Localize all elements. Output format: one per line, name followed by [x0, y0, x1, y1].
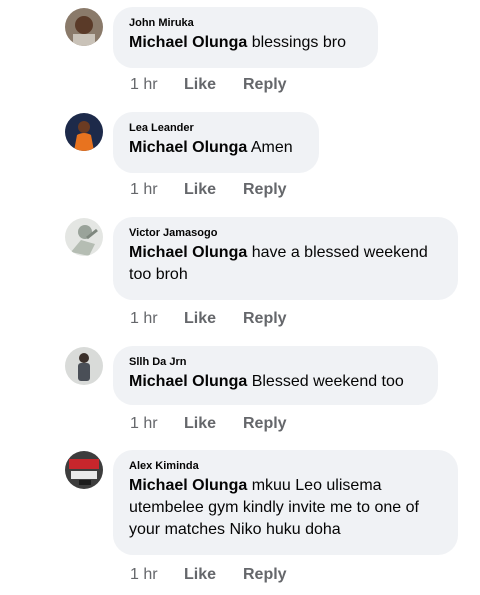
comment-bubble: John Miruka Michael Olunga blessings bro — [113, 7, 378, 68]
comment-bubble: Alex Kiminda Michael Olunga mkuu Leo uli… — [113, 450, 458, 555]
avatar[interactable] — [65, 113, 103, 151]
comment-timestamp[interactable]: 1 hr — [130, 566, 184, 584]
comment-actions: 1 hr Like Reply — [130, 179, 287, 201]
comment-timestamp[interactable]: 1 hr — [130, 310, 184, 328]
comment-bubble: Lea Leander Michael Olunga Amen — [113, 112, 319, 173]
comment-author[interactable]: John Miruka — [129, 16, 362, 30]
comment-bubble: Sllh Da Jrn Michael Olunga Blessed weeke… — [113, 346, 438, 405]
avatar[interactable] — [65, 8, 103, 46]
comment-actions: 1 hr Like Reply — [130, 74, 287, 96]
avatar[interactable] — [65, 218, 103, 256]
like-button[interactable]: Like — [184, 76, 243, 94]
comment-body: blessings bro — [247, 34, 346, 51]
comment-text: Michael Olunga blessings bro — [129, 32, 362, 54]
like-button[interactable]: Like — [184, 181, 243, 199]
mention-link[interactable]: Michael Olunga — [129, 139, 247, 156]
mention-link[interactable]: Michael Olunga — [129, 34, 247, 51]
comment-bubble: Victor Jamasogo Michael Olunga have a bl… — [113, 217, 458, 300]
comment-timestamp[interactable]: 1 hr — [130, 415, 184, 433]
reply-button[interactable]: Reply — [243, 76, 287, 94]
comment-author[interactable]: Victor Jamasogo — [129, 226, 442, 240]
reply-button[interactable]: Reply — [243, 181, 287, 199]
reply-button[interactable]: Reply — [243, 310, 287, 328]
comment-timestamp[interactable]: 1 hr — [130, 76, 184, 94]
avatar[interactable] — [65, 347, 103, 385]
comment-text: Michael Olunga Blessed weekend too — [129, 371, 422, 393]
comment-actions: 1 hr Like Reply — [130, 308, 287, 330]
like-button[interactable]: Like — [184, 310, 243, 328]
reply-button[interactable]: Reply — [243, 415, 287, 433]
comment-text: Michael Olunga mkuu Leo ulisema utembele… — [129, 475, 442, 541]
mention-link[interactable]: Michael Olunga — [129, 244, 247, 261]
comment-author[interactable]: Lea Leander — [129, 121, 303, 135]
comment-text: Michael Olunga Amen — [129, 137, 303, 159]
comment-actions: 1 hr Like Reply — [130, 564, 287, 586]
comment-actions: 1 hr Like Reply — [130, 413, 287, 435]
comment-body: Amen — [247, 139, 293, 156]
comment-timestamp[interactable]: 1 hr — [130, 181, 184, 199]
comment-body: Blessed weekend too — [247, 373, 404, 390]
comment-author[interactable]: Sllh Da Jrn — [129, 355, 422, 369]
avatar[interactable] — [65, 451, 103, 489]
like-button[interactable]: Like — [184, 415, 243, 433]
like-button[interactable]: Like — [184, 566, 243, 584]
reply-button[interactable]: Reply — [243, 566, 287, 584]
mention-link[interactable]: Michael Olunga — [129, 373, 247, 390]
comment-author[interactable]: Alex Kiminda — [129, 459, 442, 473]
comment-text: Michael Olunga have a blessed weekend to… — [129, 242, 442, 286]
mention-link[interactable]: Michael Olunga — [129, 477, 247, 494]
